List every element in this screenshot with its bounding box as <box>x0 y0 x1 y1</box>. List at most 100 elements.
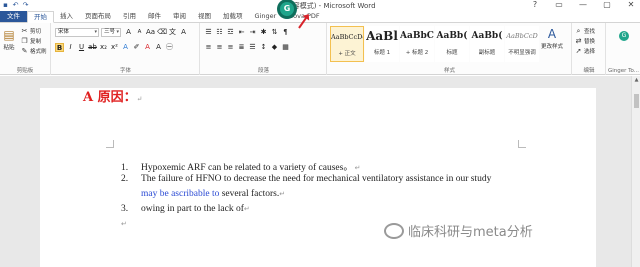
tab-view[interactable]: 视图 <box>192 11 217 22</box>
superscript-icon[interactable]: x² <box>110 43 119 52</box>
ribbon-display-icon[interactable]: ▭ <box>554 0 564 10</box>
redo-icon[interactable]: ↷ <box>22 1 29 9</box>
char-shading-icon[interactable]: A <box>154 43 163 52</box>
scroll-thumb[interactable] <box>634 94 639 108</box>
style-normal[interactable]: AaBbCcDd + 正文 <box>330 26 364 62</box>
replace-icon: ⇄ <box>575 36 582 45</box>
align-center-icon[interactable]: ≡ <box>215 43 224 52</box>
underline-icon[interactable]: U <box>77 43 86 52</box>
distribute-icon[interactable]: ☰ <box>248 43 257 52</box>
font-color-icon[interactable]: A <box>143 43 152 52</box>
search-icon: ⌕ <box>576 26 581 35</box>
phonetic-guide-icon[interactable]: 文 <box>168 28 177 37</box>
align-tools: ≡ ≡ ≡ ≣ ☰ ↕ ◆ ▦ <box>204 43 290 52</box>
font-group-label: 字体 <box>119 68 131 74</box>
save-icon[interactable]: ▪ <box>2 1 9 9</box>
maximize-icon[interactable]: ▢ <box>602 0 612 10</box>
show-marks-icon[interactable]: ¶ <box>281 28 290 37</box>
multilevel-list-icon[interactable]: ☲ <box>226 28 235 37</box>
scroll-up-icon[interactable]: ▲ <box>632 76 640 84</box>
bold-icon[interactable]: B <box>55 43 64 52</box>
format-painter-button[interactable]: ✎ 格式刷 <box>21 47 47 55</box>
change-styles-label: 更改样式 <box>541 44 564 50</box>
sort-icon[interactable]: ⇅ <box>270 28 279 37</box>
tab-addins[interactable]: 加载项 <box>217 11 249 22</box>
tab-insert[interactable]: 插入 <box>54 11 79 22</box>
font-format-tools: B I U ab x₂ x² A ✐ A A ㊀ <box>55 43 174 52</box>
help-icon[interactable]: ? <box>530 0 540 10</box>
style-heading-1[interactable]: AaBl 标题 1 <box>365 26 399 62</box>
clear-format-icon[interactable]: ⌫ <box>157 28 167 37</box>
text-effects-icon[interactable]: A <box>121 43 130 52</box>
italic-icon[interactable]: I <box>66 43 75 52</box>
line-spacing-icon[interactable]: ↕ <box>259 43 268 52</box>
vertical-scrollbar[interactable]: ▲ <box>631 76 640 267</box>
tab-review[interactable]: 审阅 <box>167 11 192 22</box>
style-name: + 标题 2 <box>405 50 429 56</box>
minimize-icon[interactable]: — <box>578 0 588 10</box>
clipboard-group-label: 剪贴板 <box>16 68 34 74</box>
paste-button[interactable]: ▤ 粘贴 <box>3 28 15 51</box>
change-case-icon[interactable]: Aa <box>146 28 155 37</box>
watermark: 临床科研与meta分析 <box>384 221 533 240</box>
ribbon: ▤ 粘贴 ✂ 剪切 ❐ 复制 ✎ 格式刷 剪贴板 宋体 ▾ 三号 ▾ A A A… <box>0 23 640 75</box>
paragraph-group: ☰ ☷ ☲ ⇤ ⇥ ✱ ⇅ ¶ ≡ ≡ ≡ ≣ ☰ ↕ ◆ ▦ 段落 <box>201 23 327 75</box>
chinese-layout-icon[interactable]: ✱ <box>259 28 268 37</box>
style-title[interactable]: AaBb( 标题 <box>435 26 469 62</box>
borders-icon[interactable]: ▦ <box>281 43 290 52</box>
bullets-icon[interactable]: ☰ <box>204 28 213 37</box>
quick-access-toolbar: ▪ ↶ ↷ <box>2 1 29 9</box>
change-styles-button[interactable]: A 更改样式 <box>541 27 563 50</box>
tab-references[interactable]: 引用 <box>117 11 142 22</box>
tab-mailings[interactable]: 邮件 <box>142 11 167 22</box>
align-right-icon[interactable]: ≡ <box>226 43 235 52</box>
replace-button[interactable]: ⇄ 替换 <box>575 37 595 45</box>
styles-group: AaBbCcDd + 正文 AaBl 标题 1 AaBbC + 标题 2 AaB… <box>328 23 572 75</box>
char-border-icon[interactable]: A <box>179 28 188 37</box>
brush-icon: ✎ <box>21 46 28 55</box>
tab-ginger[interactable]: Ginger <box>249 11 283 22</box>
highlighted-text: may be ascribable to <box>141 189 220 199</box>
heading-text: A 原因： <box>83 90 137 105</box>
tab-page-layout[interactable]: 页面布局 <box>79 11 117 22</box>
replace-label: 替换 <box>584 39 596 45</box>
increase-indent-icon[interactable]: ⇥ <box>248 28 257 37</box>
format-painter-label: 格式刷 <box>30 49 47 55</box>
style-subtle-emphasis[interactable]: AaBbCcD 不明显强调 <box>505 26 539 62</box>
tab-home[interactable]: 开始 <box>27 11 54 23</box>
cut-button[interactable]: ✂ 剪切 <box>21 27 41 35</box>
editing-group-label: 编辑 <box>583 68 595 74</box>
list-text: owing in part to the lack of <box>141 204 244 214</box>
enclose-char-icon[interactable]: ㊀ <box>165 43 174 52</box>
ginger-button[interactable]: G <box>619 31 629 41</box>
font-size-select[interactable]: 三号 ▾ <box>101 28 121 37</box>
select-label: 选择 <box>584 49 596 55</box>
watermark-text: 临床科研与meta分析 <box>408 225 533 240</box>
find-label: 查找 <box>584 29 596 35</box>
highlight-icon[interactable]: ✐ <box>132 43 141 52</box>
shrink-font-icon[interactable]: A <box>135 28 144 37</box>
numbering-icon[interactable]: ☷ <box>215 28 224 37</box>
style-sample: AaBl <box>366 29 398 43</box>
style-subtitle[interactable]: AaBb( 副标题 <box>470 26 504 62</box>
select-button[interactable]: ➚ 选择 <box>575 47 595 55</box>
shading-icon[interactable]: ◆ <box>270 43 279 52</box>
style-sample: AaBbCcD <box>506 32 538 40</box>
justify-icon[interactable]: ≣ <box>237 43 246 52</box>
style-name: 标题 <box>446 50 458 56</box>
subscript-icon[interactable]: x₂ <box>99 43 108 52</box>
align-left-icon[interactable]: ≡ <box>204 43 213 52</box>
copy-button[interactable]: ❐ 复制 <box>21 37 41 45</box>
strikethrough-icon[interactable]: ab <box>88 43 97 52</box>
close-icon[interactable]: ✕ <box>626 0 636 10</box>
clipboard-group: ▤ 粘贴 ✂ 剪切 ❐ 复制 ✎ 格式刷 剪贴板 <box>0 23 51 75</box>
decrease-indent-icon[interactable]: ⇤ <box>237 28 246 37</box>
tab-file[interactable]: 文件 <box>0 11 27 22</box>
undo-icon[interactable]: ↶ <box>12 1 19 9</box>
font-name-select[interactable]: 宋体 ▾ <box>55 28 99 37</box>
grow-font-icon[interactable]: A <box>124 28 133 37</box>
editing-group: ⌕ 查找 ⇄ 替换 ➚ 选择 编辑 <box>573 23 606 75</box>
find-button[interactable]: ⌕ 查找 <box>575 27 595 35</box>
style-heading-2[interactable]: AaBbC + 标题 2 <box>400 26 434 62</box>
list-item: 3. owing in part to the lack of↵ <box>121 204 250 214</box>
